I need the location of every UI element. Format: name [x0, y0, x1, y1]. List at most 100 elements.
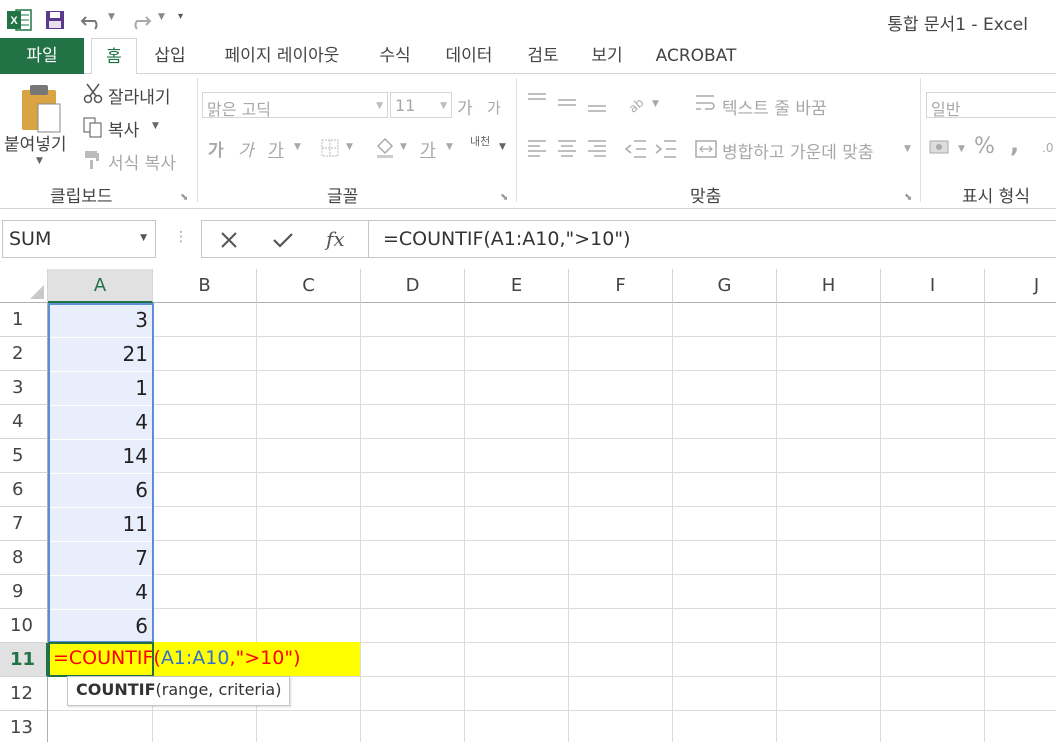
- tab-view[interactable]: 보기: [584, 38, 630, 74]
- tab-review[interactable]: 검토: [520, 38, 566, 74]
- tab-data[interactable]: 데이터: [436, 38, 502, 74]
- row-header-5[interactable]: 5: [0, 439, 48, 473]
- format-painter-icon[interactable]: [82, 148, 104, 170]
- function-tooltip[interactable]: COUNTIF(range, criteria): [67, 676, 291, 706]
- worksheet-grid[interactable]: A B C D E F G H I J 1 2 3 4 5 6 7 8 9 10…: [0, 269, 1056, 742]
- merge-dropdown-icon[interactable]: ▼: [904, 144, 911, 154]
- accounting-format-icon[interactable]: [928, 138, 954, 158]
- orientation-dropdown-icon[interactable]: ▼: [652, 99, 659, 109]
- tab-insert[interactable]: 삽입: [150, 38, 190, 74]
- column-header-b[interactable]: B: [153, 269, 257, 303]
- borders-icon[interactable]: [320, 138, 340, 158]
- merge-center-button[interactable]: 병합하고 가운데 맞춤: [722, 138, 874, 163]
- row-header-11[interactable]: 11: [0, 643, 48, 677]
- row-header-13[interactable]: 13: [0, 711, 48, 742]
- align-right-icon[interactable]: [586, 138, 608, 160]
- row-header-2[interactable]: 2: [0, 337, 48, 371]
- cut-button[interactable]: 잘라내기: [108, 83, 171, 108]
- copy-dropdown-icon[interactable]: ▼: [152, 121, 159, 131]
- name-box[interactable]: SUM ▼: [2, 220, 156, 258]
- row-header-4[interactable]: 4: [0, 405, 48, 439]
- check-icon[interactable]: [272, 231, 294, 249]
- shrink-font-button[interactable]: 가: [487, 97, 501, 118]
- column-header-e[interactable]: E: [465, 269, 569, 303]
- format-painter-button[interactable]: 서식 복사: [108, 149, 176, 174]
- font-color-dropdown-icon[interactable]: ▼: [446, 142, 453, 152]
- row-header-9[interactable]: 9: [0, 575, 48, 609]
- grow-font-button[interactable]: 가: [457, 94, 473, 119]
- insert-function-button[interactable]: fx: [326, 227, 345, 251]
- column-header-j[interactable]: J: [985, 269, 1056, 303]
- tab-acrobat[interactable]: ACROBAT: [648, 38, 744, 74]
- underline-button[interactable]: 가: [268, 136, 284, 161]
- tab-formulas[interactable]: 수식: [372, 38, 418, 74]
- tab-page-layout[interactable]: 페이지 레이아웃: [209, 38, 355, 74]
- column-header-g[interactable]: G: [673, 269, 777, 303]
- save-icon[interactable]: [44, 9, 66, 31]
- x-icon[interactable]: [220, 231, 238, 249]
- alignment-launcher-icon[interactable]: ⬊: [904, 192, 912, 203]
- align-bottom-icon[interactable]: [586, 96, 608, 114]
- row-header-8[interactable]: 8: [0, 541, 48, 575]
- column-header-i[interactable]: I: [881, 269, 985, 303]
- font-name-combo[interactable]: 맑은 고딕 ▼: [202, 92, 388, 119]
- ribbon-tabs: 파일 홈 삽입 페이지 레이아웃 수식 데이터 검토 보기 ACROBAT: [0, 38, 1056, 75]
- tooltip-function-name[interactable]: COUNTIF: [76, 680, 156, 699]
- align-top-icon[interactable]: [526, 92, 548, 110]
- align-middle-icon[interactable]: [556, 94, 578, 112]
- tab-home[interactable]: 홈: [91, 38, 137, 75]
- column-header-c[interactable]: C: [257, 269, 361, 303]
- phonetic-guide-button[interactable]: 내천: [470, 136, 496, 147]
- undo-dropdown-icon[interactable]: ▼: [108, 12, 115, 22]
- decrease-indent-icon[interactable]: [624, 138, 648, 160]
- redo-icon[interactable]: [128, 9, 152, 31]
- row-header-3[interactable]: 3: [0, 371, 48, 405]
- copy-icon[interactable]: [82, 116, 104, 138]
- column-header-d[interactable]: D: [361, 269, 465, 303]
- paste-icon[interactable]: [18, 82, 62, 134]
- formula-bar-grip-icon[interactable]: ⋮: [174, 229, 188, 245]
- row-header-6[interactable]: 6: [0, 473, 48, 507]
- select-all-corner[interactable]: [0, 269, 48, 303]
- row-header-10[interactable]: 10: [0, 609, 48, 643]
- percent-button[interactable]: %: [974, 134, 995, 159]
- wrap-text-button[interactable]: 텍스트 줄 바꿈: [722, 94, 827, 119]
- column-header-f[interactable]: F: [569, 269, 673, 303]
- merge-center-icon[interactable]: [694, 138, 718, 160]
- row-header-12[interactable]: 12: [0, 677, 48, 711]
- align-left-icon[interactable]: [526, 138, 548, 160]
- borders-dropdown-icon[interactable]: ▼: [346, 142, 353, 152]
- fill-color-icon[interactable]: [374, 136, 396, 158]
- orientation-icon[interactable]: ab: [624, 92, 648, 114]
- customize-qat-icon[interactable]: ▾: [178, 11, 183, 22]
- comma-style-button[interactable]: ,: [1010, 130, 1019, 158]
- copy-button[interactable]: 복사: [108, 116, 139, 141]
- tab-file[interactable]: 파일: [0, 38, 84, 74]
- increase-indent-icon[interactable]: [654, 138, 678, 160]
- redo-dropdown-icon[interactable]: ▼: [158, 12, 165, 22]
- paste-button[interactable]: 붙여넣기: [4, 130, 67, 155]
- row-header-1[interactable]: 1: [0, 303, 48, 337]
- accounting-dropdown-icon[interactable]: ▼: [958, 144, 965, 154]
- number-format-combo[interactable]: 일반: [926, 92, 1056, 119]
- bold-button[interactable]: 가: [208, 136, 224, 161]
- cut-icon[interactable]: [82, 82, 104, 104]
- clipboard-launcher-icon[interactable]: ⬊: [180, 192, 188, 203]
- underline-dropdown-icon[interactable]: ▼: [294, 142, 301, 152]
- formula-input[interactable]: =COUNTIF(A1:A10,">10"): [369, 220, 1056, 258]
- wrap-text-icon[interactable]: [694, 92, 716, 114]
- number-format-value: 일반: [931, 100, 961, 119]
- undo-icon[interactable]: [80, 9, 104, 31]
- column-header-h[interactable]: H: [777, 269, 881, 303]
- column-header-a[interactable]: A: [48, 269, 153, 303]
- increase-decimal-icon[interactable]: .0: [1040, 136, 1056, 158]
- fill-color-dropdown-icon[interactable]: ▼: [400, 142, 407, 152]
- font-launcher-icon[interactable]: ⬊: [500, 192, 508, 203]
- row-header-7[interactable]: 7: [0, 507, 48, 541]
- paste-dropdown-icon[interactable]: ▼: [36, 156, 43, 166]
- font-size-combo[interactable]: 11 ▼: [390, 92, 452, 118]
- phonetic-dropdown-icon[interactable]: ▼: [499, 142, 506, 152]
- font-color-button[interactable]: 가: [420, 136, 436, 161]
- align-center-icon[interactable]: [556, 138, 578, 160]
- italic-button[interactable]: 가: [238, 136, 254, 161]
